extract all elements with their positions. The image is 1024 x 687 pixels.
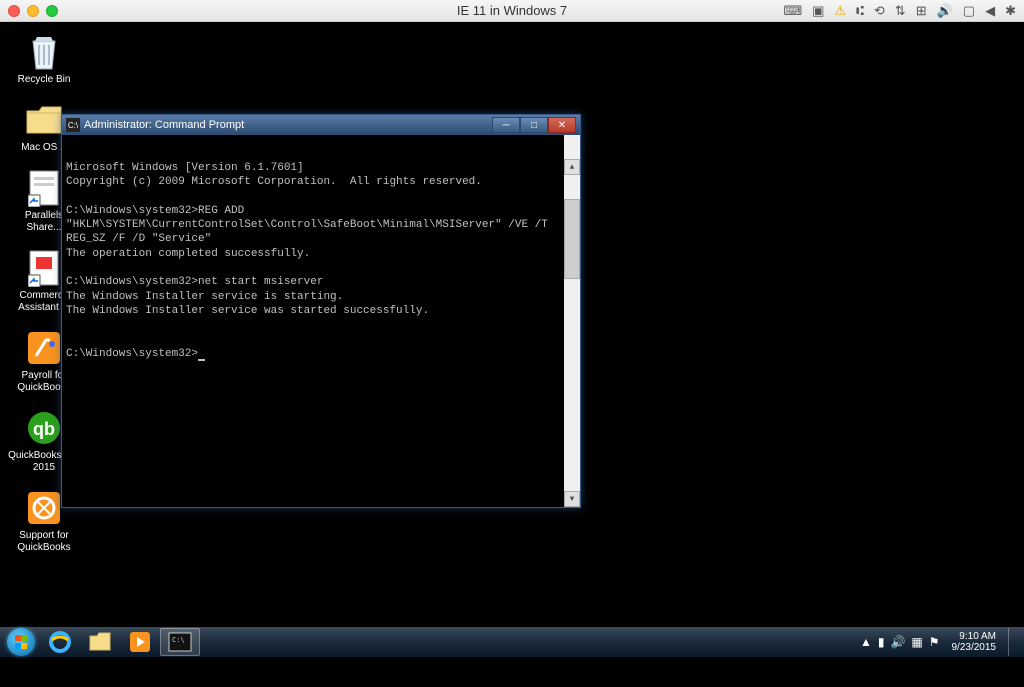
folder-icon (88, 632, 112, 652)
clock-time: 9:10 AM (952, 631, 997, 642)
cursor (198, 359, 205, 361)
icon-label: Recycle Bin (18, 74, 71, 86)
collapse-icon[interactable]: ◀ (985, 3, 995, 19)
show-desktop-button[interactable] (1008, 628, 1018, 656)
cmd-body[interactable]: Microsoft Windows [Version 6.1.7601] Cop… (62, 135, 580, 507)
recycle-bin-glyph (24, 32, 64, 72)
parallels-toolbar: ⌨ ▣ ⚠ ⑆ ⟲ ⇅ ⊞ 🔊 ▢ ◀ ✱ (783, 3, 1016, 19)
volume-icon[interactable]: 🔊 (937, 3, 953, 19)
taskbar: C:\ ▲ ▮ 🔊 ▦ ⚑ 9:10 AM 9/23/2015 (0, 627, 1024, 657)
network-icon[interactable]: ⇅ (895, 3, 906, 19)
close-button[interactable] (8, 5, 20, 17)
support-glyph (24, 488, 64, 528)
tray-chevron-icon[interactable]: ▲ (860, 635, 872, 649)
sync-icon[interactable]: ⟲ (874, 3, 885, 19)
battery-icon[interactable]: ▮ (878, 635, 885, 649)
ie-icon (48, 630, 72, 654)
clock-date: 9/23/2015 (952, 642, 997, 653)
volume-icon[interactable]: 🔊 (890, 635, 905, 649)
cmd-icon: C:\ (66, 118, 80, 132)
taskbar-explorer[interactable] (80, 628, 120, 656)
cmd-title: Administrator: Command Prompt (84, 119, 492, 131)
quickbooks-glyph: qb (24, 408, 64, 448)
taskbar-clock[interactable]: 9:10 AM 9/23/2015 (946, 631, 1003, 653)
recycle-bin-icon[interactable]: Recycle Bin (8, 32, 80, 86)
system-tray: ▲ ▮ 🔊 ▦ ⚑ 9:10 AM 9/23/2015 (860, 628, 1022, 656)
taskbar-mediaplayer[interactable] (120, 628, 160, 656)
shortcut-glyph (24, 248, 64, 288)
scroll-down-arrow[interactable]: ▼ (564, 491, 580, 507)
svg-text:qb: qb (33, 419, 55, 439)
scroll-thumb[interactable] (564, 199, 580, 279)
cmd-output: Microsoft Windows [Version 6.1.7601] Cop… (66, 161, 558, 361)
display-icon[interactable]: ▢ (963, 3, 975, 19)
command-prompt-window[interactable]: C:\ Administrator: Command Prompt ─ □ ✕ … (61, 114, 581, 508)
windows-logo-icon (7, 628, 35, 656)
icon-label: Mac OS X (21, 142, 67, 154)
start-button[interactable] (2, 628, 40, 656)
windows-desktop[interactable]: Recycle Bin Mac OS X Parallels Share... … (0, 22, 1024, 657)
gear-icon[interactable]: ✱ (1005, 3, 1016, 19)
usb-icon[interactable]: ⑆ (856, 3, 864, 18)
keyboard-icon[interactable]: ⌨ (783, 3, 802, 19)
cmd-titlebar[interactable]: C:\ Administrator: Command Prompt ─ □ ✕ (62, 115, 580, 135)
warning-icon[interactable]: ⚠ (834, 3, 846, 19)
fullscreen-button[interactable] (46, 5, 58, 17)
cmd-icon: C:\ (168, 632, 192, 652)
folder-glyph (24, 100, 64, 140)
scrollbar[interactable]: ▲ ▼ (564, 135, 580, 507)
taskbar-ie[interactable] (40, 628, 80, 656)
flag-icon[interactable]: ⚑ (929, 635, 940, 649)
scroll-up-arrow[interactable]: ▲ (564, 159, 580, 175)
window-title: IE 11 in Windows 7 (457, 3, 567, 18)
taskbar-cmd[interactable]: C:\ (160, 628, 200, 656)
window-controls: ─ □ ✕ (492, 117, 576, 133)
minimize-button[interactable]: ─ (492, 117, 520, 133)
svg-text:C:\: C:\ (172, 636, 185, 644)
taskbar-items: C:\ (40, 627, 200, 657)
icon-label: Support for QuickBooks (8, 530, 80, 554)
maximize-button[interactable]: □ (520, 117, 548, 133)
lock-icon[interactable]: ⊞ (916, 3, 927, 19)
app-glyph (24, 328, 64, 368)
network-icon[interactable]: ▦ (911, 635, 922, 649)
traffic-lights (8, 5, 58, 17)
shortcut-glyph (24, 168, 64, 208)
mac-titlebar: IE 11 in Windows 7 ⌨ ▣ ⚠ ⑆ ⟲ ⇅ ⊞ 🔊 ▢ ◀ ✱ (0, 0, 1024, 22)
media-player-icon (128, 630, 152, 654)
minimize-button[interactable] (27, 5, 39, 17)
close-button[interactable]: ✕ (548, 117, 576, 133)
camera-icon[interactable]: ▣ (812, 3, 824, 19)
